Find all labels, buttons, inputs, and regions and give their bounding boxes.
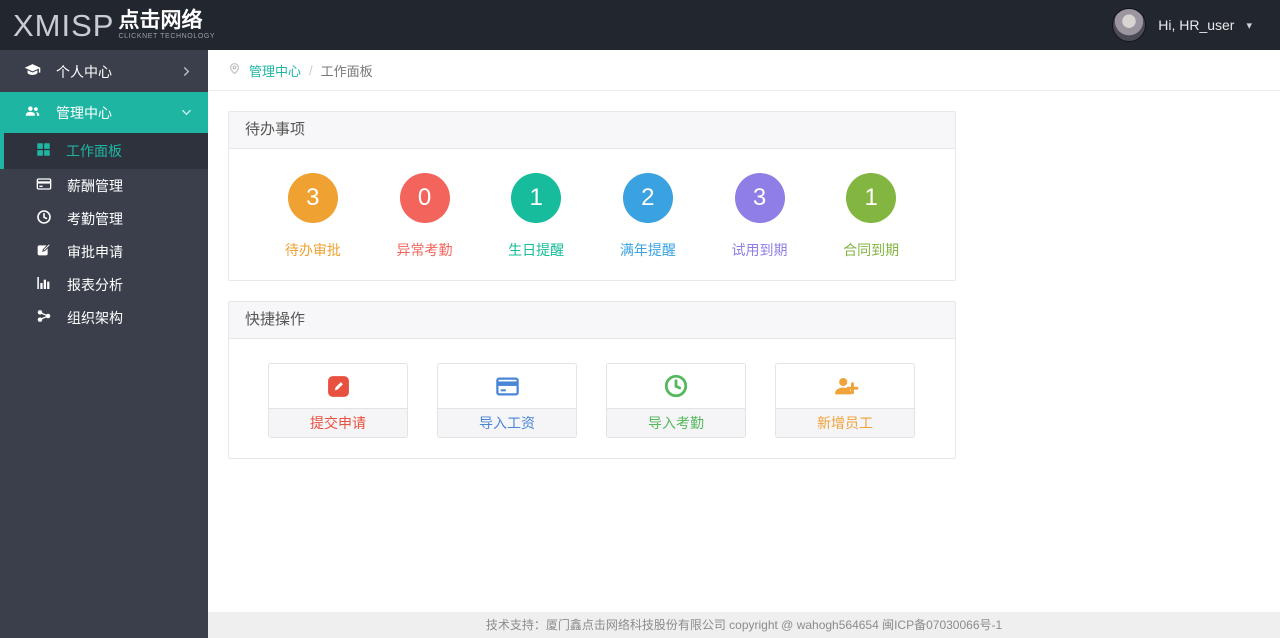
sidebar-item-label: 报表分析 [67, 276, 123, 293]
breadcrumb: 管理中心 / 工作面板 [208, 50, 1280, 91]
todo-panel-body: 3 待办审批 0 异常考勤 1 生日提醒 2 满年提醒 3 试用到期 1 合同到… [229, 149, 955, 280]
count-badge: 3 [734, 173, 785, 223]
quick-actions-title: 快捷操作 [229, 302, 955, 339]
quick-action-submit-request[interactable]: 提交申请 [268, 363, 408, 438]
sidebar-item-attendance[interactable]: 考勤管理 [0, 202, 208, 235]
quick-action-label: 新增员工 [776, 408, 914, 437]
breadcrumb-link-admin-center[interactable]: 管理中心 [249, 61, 301, 80]
quick-action-import-payroll[interactable]: 导入工资 [437, 363, 577, 438]
logo-text-en: XMISP [13, 7, 115, 43]
user-avatar [1112, 8, 1147, 42]
sidebar-item-admin-center[interactable]: 管理中心 [0, 92, 208, 133]
breadcrumb-current: 工作面板 [320, 63, 373, 79]
count-badge: 2 [622, 173, 673, 223]
todo-item-label: 待办审批 [284, 242, 341, 258]
todo-item-anniversary-reminder[interactable]: 2 满年提醒 [592, 173, 704, 260]
org-icon [36, 308, 52, 327]
sidebar-item-label: 工作面板 [66, 143, 122, 159]
logo-text-cn-wrap: 点击网络 CLICKNET TECHNOLOGY [118, 9, 216, 40]
count-badge: 0 [399, 173, 450, 223]
logo-text-cn: 点击网络 [118, 9, 203, 33]
quick-action-label: 导入工资 [438, 408, 576, 437]
quick-action-import-attendance[interactable]: 导入考勤 [606, 363, 746, 438]
todo-item-label: 试用到期 [731, 242, 788, 258]
app-window: XMISP 点击网络 CLICKNET TECHNOLOGY Hi, HR_us… [0, 0, 1280, 638]
users-icon [24, 103, 41, 123]
clock-icon [36, 209, 52, 228]
user-menu[interactable]: Hi, HR_user ▾ [1112, 8, 1280, 42]
todo-item-label: 合同到期 [843, 242, 900, 258]
quick-actions-body: 提交申请 导入工资 导入考勤 新增员工 [229, 339, 955, 458]
top-header: XMISP 点击网络 CLICKNET TECHNOLOGY Hi, HR_us… [0, 0, 1280, 50]
bar-chart-icon [36, 275, 52, 294]
todo-item-birthday-reminder[interactable]: 1 生日提醒 [480, 173, 592, 260]
sidebar-item-reports[interactable]: 报表分析 [0, 268, 208, 301]
quick-action-add-employee[interactable]: 新增员工 [775, 363, 915, 438]
count-badge: 1 [511, 173, 562, 223]
user-plus-icon [776, 364, 914, 408]
sidebar-item-label: 组织架构 [67, 309, 123, 326]
todo-item-contract-expiry[interactable]: 1 合同到期 [815, 173, 927, 260]
todo-item-attendance-anomaly[interactable]: 0 异常考勤 [369, 173, 481, 260]
sidebar-item-org-structure[interactable]: 组织架构 [0, 301, 208, 334]
todo-item-label: 异常考勤 [396, 242, 453, 258]
chevron-down-icon [181, 107, 192, 118]
edit-icon [36, 242, 52, 261]
sidebar-item-payroll[interactable]: 薪酬管理 [0, 169, 208, 202]
todo-panel-title: 待办事项 [229, 112, 955, 149]
sidebar-item-label: 个人中心 [56, 63, 112, 80]
sidebar-item-approvals[interactable]: 审批申请 [0, 235, 208, 268]
user-greeting: Hi, HR_user [1158, 17, 1235, 33]
chevron-right-icon [181, 66, 192, 77]
sidebar-item-label: 薪酬管理 [67, 177, 123, 194]
caret-down-icon: ▾ [1246, 19, 1252, 32]
app-logo: XMISP 点击网络 CLICKNET TECHNOLOGY [0, 10, 215, 41]
sidebar-item-label: 管理中心 [56, 104, 112, 121]
quick-actions-panel: 快捷操作 提交申请 导入工资 导入考勤 新增员工 [228, 301, 956, 459]
todo-item-label: 生日提醒 [508, 242, 565, 258]
map-marker-icon [228, 62, 241, 78]
todo-item-probation-expiry[interactable]: 3 试用到期 [704, 173, 816, 260]
graduation-cap-icon [24, 62, 41, 82]
sidebar-submenu: 工作面板 薪酬管理 考勤管理 审批申请 报表分析 组织架构 [0, 133, 208, 334]
sidebar-nav: 个人中心 管理中心 工作面板 薪酬管理 考勤管理 审批申请 报表分析 组织架构 [0, 50, 208, 638]
grid-icon [36, 142, 51, 160]
credit-card-icon [438, 364, 576, 408]
todo-panel: 待办事项 3 待办审批 0 异常考勤 1 生日提醒 2 满年提醒 3 试用到期 … [228, 111, 956, 281]
pencil-badge-icon [269, 364, 407, 408]
footer-copyright: 技术支持：厦门鑫点击网络科技股份有限公司 copyright @ wahogh5… [208, 612, 1280, 638]
main-content: 管理中心 / 工作面板 待办事项 3 待办审批 0 异常考勤 1 生日提醒 2 … [208, 50, 1280, 638]
logo-subtitle: CLICKNET TECHNOLOGY [118, 32, 216, 40]
todo-item-label: 满年提醒 [619, 242, 676, 258]
breadcrumb-separator: / [309, 62, 313, 78]
page-body: 待办事项 3 待办审批 0 异常考勤 1 生日提醒 2 满年提醒 3 试用到期 … [208, 91, 1280, 612]
count-badge: 3 [287, 173, 338, 223]
sidebar-item-dashboard[interactable]: 工作面板 [0, 133, 208, 169]
clock-icon [607, 364, 745, 408]
sidebar-item-label: 审批申请 [67, 243, 123, 260]
sidebar-item-label: 考勤管理 [67, 210, 123, 227]
sidebar-item-personal-center[interactable]: 个人中心 [0, 51, 208, 92]
quick-action-label: 提交申请 [269, 408, 407, 437]
quick-action-label: 导入考勤 [607, 408, 745, 437]
todo-item-pending-approvals[interactable]: 3 待办审批 [257, 173, 369, 260]
count-badge: 1 [846, 173, 897, 223]
credit-card-icon [36, 176, 52, 195]
